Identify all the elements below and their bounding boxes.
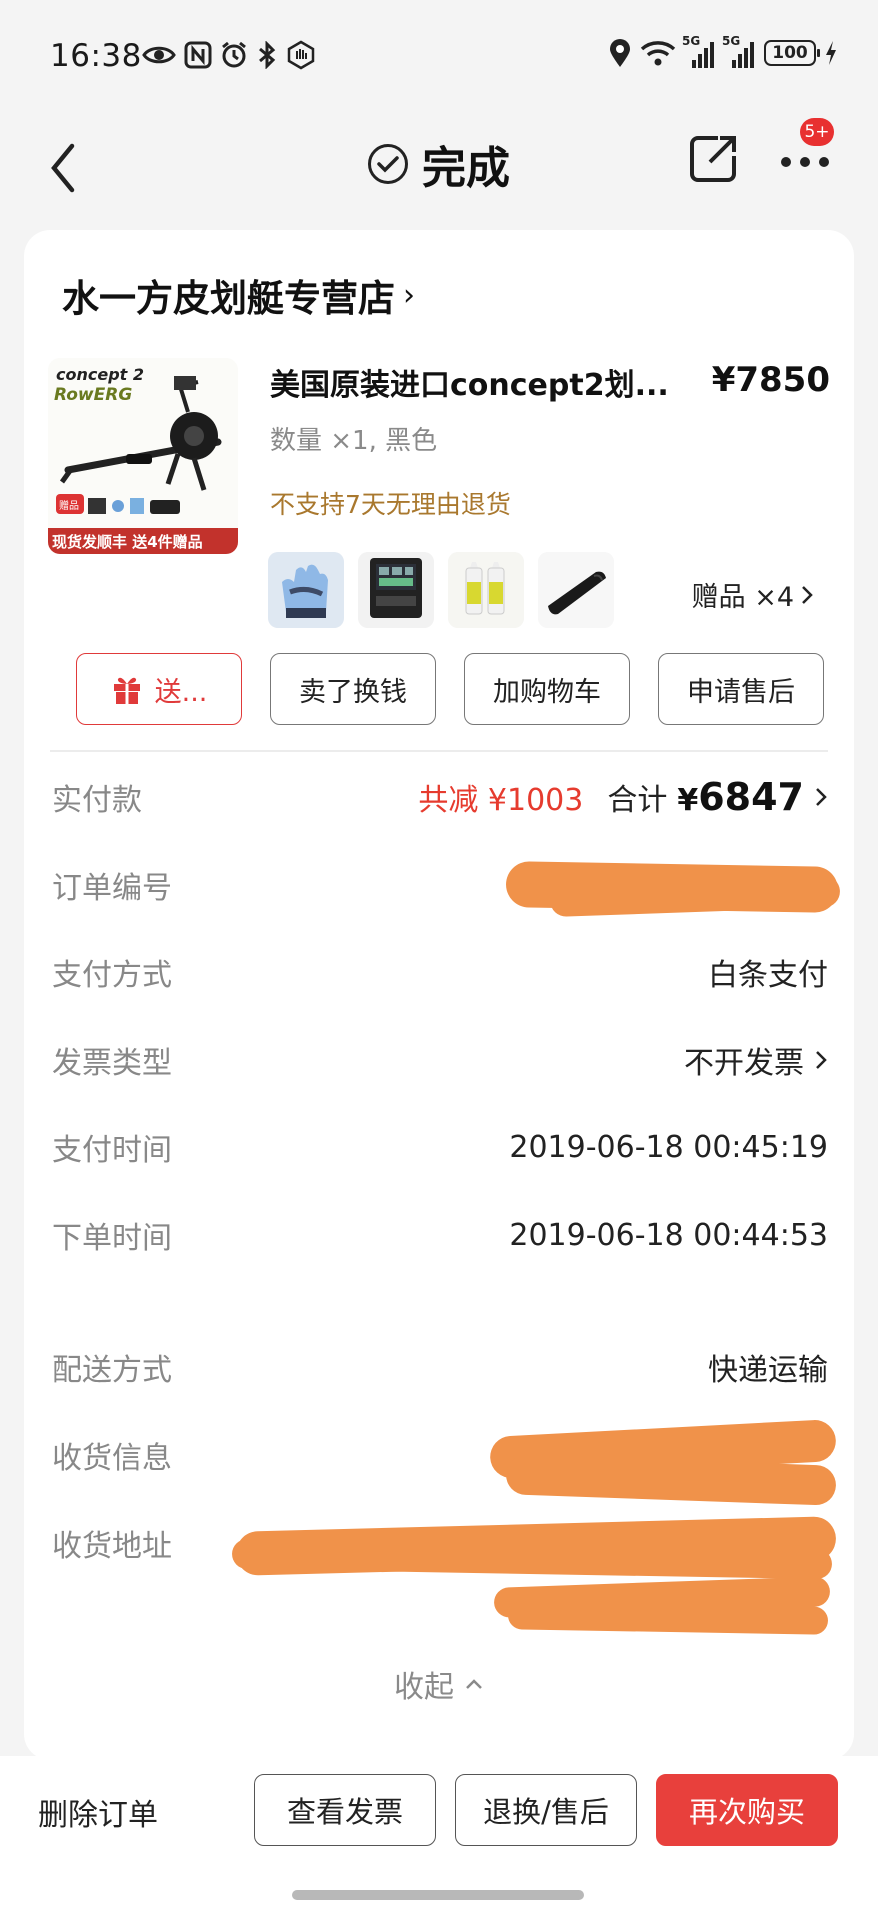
collapse-label: 收起 xyxy=(394,1670,454,1705)
svg-text:赠品: 赠品 xyxy=(59,499,79,512)
address-label: 收货地址 xyxy=(52,1529,172,1564)
status-left-icons xyxy=(142,40,316,70)
buy-again-button[interactable]: 再次购买 xyxy=(656,1774,838,1846)
battery-level: 100 xyxy=(772,43,808,63)
gift-thumbnails[interactable] xyxy=(268,552,614,628)
chevron-right-icon: › xyxy=(403,277,415,313)
title-text: 完成 xyxy=(422,143,510,194)
gift-monitor-thumb[interactable] xyxy=(358,552,434,628)
network-label-1: 5G xyxy=(682,34,701,48)
total-number: 6847 xyxy=(698,775,804,819)
pay-method-label: 支付方式 xyxy=(52,958,172,993)
product-banner-text: 现货发顺丰 送4件赠品 xyxy=(52,533,203,551)
signal-icon-1: 5G xyxy=(682,34,716,68)
gift-oil-thumb[interactable] xyxy=(448,552,524,628)
charging-icon xyxy=(826,41,836,65)
store-name: 水一方皮划艇专营店 xyxy=(62,277,395,320)
gift-icon xyxy=(113,677,140,704)
gift-gloves-thumb[interactable] xyxy=(268,552,344,628)
divider xyxy=(50,750,828,752)
page-title: 完成 xyxy=(0,132,878,196)
signal-icon-2: 5G xyxy=(722,34,756,68)
order-time-row: 下单时间 2019-06-18 00:44:53 xyxy=(52,1205,828,1265)
gift-count-text: 赠品 ×4 xyxy=(691,582,794,613)
pay-time-label: 支付时间 xyxy=(52,1133,172,1168)
paid-row[interactable]: 实付款 共减 ¥1003 合计 ¥6847 xyxy=(52,767,828,827)
home-indicator[interactable] xyxy=(292,1890,584,1900)
send-gift-button[interactable]: 送... xyxy=(76,653,242,725)
product-price: ¥7850 xyxy=(711,360,830,400)
battery-icon: 100 xyxy=(764,40,820,66)
add-to-cart-button[interactable]: 加购物车 xyxy=(464,653,630,725)
brand-text-1: concept 2 xyxy=(56,365,144,384)
product-image[interactable]: concept 2 RowERG 赠品 现货发顺丰 送4件赠品 xyxy=(48,358,238,554)
eye-icon xyxy=(142,46,176,64)
return-after-sale-button[interactable]: 退换/售后 xyxy=(455,1774,637,1846)
brand-text-2: RowERG xyxy=(54,385,132,405)
network-label-2: 5G xyxy=(722,34,741,48)
pay-time-value: 2019-06-18 00:45:19 xyxy=(509,1129,828,1165)
wifi-icon xyxy=(640,41,676,66)
status-time: 16:38 xyxy=(50,38,142,74)
bluetooth-icon xyxy=(259,41,276,69)
invoice-type-label: 发票类型 xyxy=(52,1046,172,1081)
discount-amount: 共减 ¥1003 xyxy=(418,783,584,818)
order-time-value: 2019-06-18 00:44:53 xyxy=(509,1217,828,1253)
chevron-right-icon xyxy=(816,788,827,806)
delivery-row: 配送方式 快递运输 xyxy=(52,1337,828,1397)
product-spec: 数量 ×1, 黑色 xyxy=(270,426,438,456)
apply-after-sale-button[interactable]: 申请售后 xyxy=(658,653,824,725)
invoice-type-text: 不开发票 xyxy=(684,1046,804,1081)
hand-icon xyxy=(287,40,315,70)
invoice-type-row[interactable]: 发票类型 不开发票 xyxy=(52,1030,828,1090)
notification-badge: 5+ xyxy=(800,118,834,146)
collapse-button[interactable]: 收起 xyxy=(24,1662,854,1706)
more-icon[interactable] xyxy=(778,144,832,174)
total-prefix: 合计 xyxy=(607,783,668,818)
sell-button[interactable]: 卖了换钱 xyxy=(270,653,436,725)
nav-bar: 完成 xyxy=(0,118,878,228)
order-no-label: 订单编号 xyxy=(52,871,172,906)
redaction-mark xyxy=(507,1601,829,1635)
delivery-value: 快递运输 xyxy=(708,1353,828,1388)
order-time-label: 下单时间 xyxy=(52,1221,172,1256)
invoice-type-value: 不开发票 xyxy=(684,1038,828,1082)
chevron-up-icon xyxy=(466,1679,482,1689)
status-right-icons: 5G 5G 100 xyxy=(608,34,838,68)
nfc-icon xyxy=(184,41,212,69)
paid-value: 共减 ¥1003 合计 ¥6847 xyxy=(418,775,828,819)
share-icon[interactable] xyxy=(688,132,740,184)
delete-order-button[interactable]: 删除订单 xyxy=(38,1790,158,1834)
return-policy-note: 不支持7天无理由退货 xyxy=(270,490,511,519)
location-icon xyxy=(610,39,630,67)
chevron-right-icon xyxy=(816,1051,827,1069)
action-row: 送... 卖了换钱 加购物车 申请售后 xyxy=(76,653,824,725)
pay-time-row: 支付时间 2019-06-18 00:45:19 xyxy=(52,1117,828,1177)
receiver-label: 收货信息 xyxy=(52,1441,172,1476)
status-bar: 16:38 5G 5G 100 xyxy=(0,0,878,118)
paid-label: 实付款 xyxy=(52,783,142,818)
total-amount: ¥6847 xyxy=(677,775,804,819)
delivery-label: 配送方式 xyxy=(52,1353,172,1388)
gift-cushion-thumb[interactable] xyxy=(538,552,614,628)
total-yen: ¥ xyxy=(677,783,699,818)
gift-count-link[interactable]: 赠品 ×4 xyxy=(692,575,814,614)
pay-method-row: 支付方式 白条支付 xyxy=(52,942,828,1002)
send-gift-label: 送... xyxy=(154,676,208,708)
view-invoice-button[interactable]: 查看发票 xyxy=(254,1774,436,1846)
product-title[interactable]: 美国原装进口concept2划... xyxy=(270,360,690,404)
check-circle-icon xyxy=(368,144,408,184)
store-link[interactable]: 水一方皮划艇专营店 › xyxy=(62,268,415,322)
alarm-icon xyxy=(222,41,246,68)
chevron-right-icon xyxy=(802,585,813,604)
pay-method-value: 白条支付 xyxy=(708,958,828,993)
